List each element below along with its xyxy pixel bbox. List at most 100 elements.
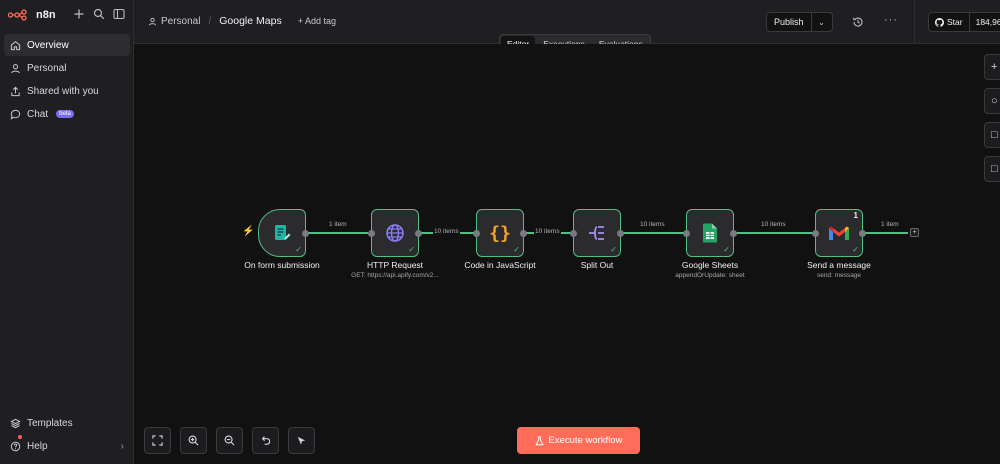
- connection-edge[interactable]: [864, 232, 908, 234]
- history-icon[interactable]: [852, 16, 864, 28]
- output-port[interactable]: [730, 230, 737, 237]
- sidebar-item-label: Overview: [27, 39, 69, 51]
- breadcrumb-project-label: Personal: [161, 15, 201, 27]
- home-icon: [10, 40, 21, 50]
- share-icon: [11, 86, 20, 96]
- input-port[interactable]: [368, 230, 375, 237]
- fit-view-icon: [152, 435, 163, 446]
- undo-icon: [261, 436, 271, 445]
- user-icon: [11, 63, 20, 73]
- n8n-logo-icon: [8, 9, 27, 21]
- split-icon: [589, 226, 604, 240]
- workflow-name[interactable]: Google Maps: [219, 15, 281, 27]
- code-braces-icon: {}: [489, 222, 511, 244]
- publish-button[interactable]: Publish: [767, 13, 812, 31]
- breadcrumb-project[interactable]: Personal: [148, 16, 200, 27]
- chevron-down-icon[interactable]: ⌄: [812, 13, 832, 31]
- wand-icon: [297, 436, 306, 445]
- workflow-canvas[interactable]: + ○ □ □ ⚡ 1 item 10 items 10 items 10 it…: [134, 44, 1000, 464]
- node-subtitle: GET: https://api.apify.com/v2...: [351, 272, 439, 279]
- success-check-icon: ✓: [295, 245, 302, 254]
- sidebar-item-help[interactable]: Help ›: [4, 435, 130, 457]
- node-label: Send a message: [807, 260, 871, 270]
- trigger-bolt-icon: ⚡: [242, 226, 255, 237]
- output-port[interactable]: [520, 230, 527, 237]
- plus-icon[interactable]: [73, 8, 85, 20]
- sidebar-item-personal[interactable]: Personal: [4, 57, 130, 79]
- sidebar-item-shared[interactable]: Shared with you: [4, 80, 130, 102]
- edge-label: 10 items: [433, 228, 460, 235]
- execute-workflow-button[interactable]: Execute workflow: [517, 427, 640, 454]
- node-google-sheets[interactable]: ✓: [683, 209, 737, 257]
- connection-edge[interactable]: [734, 232, 815, 234]
- sidebar-item-templates[interactable]: Templates: [4, 412, 130, 434]
- sidebar-item-label: Personal: [27, 62, 67, 74]
- output-port[interactable]: [859, 230, 866, 237]
- zoom-in-icon: [188, 435, 199, 446]
- node-send-a-message[interactable]: 1 ✓: [812, 209, 866, 257]
- sidebar-item-label: Templates: [27, 417, 73, 429]
- canvas-bottom-toolbar: [144, 427, 315, 454]
- app-root: n8n Overview Personal Shared with you Ch…: [0, 0, 1000, 464]
- edge-label: 1 item: [328, 221, 348, 228]
- add-node-button[interactable]: +: [984, 54, 1000, 80]
- templates-icon: [10, 418, 21, 428]
- sidebar-item-overview[interactable]: Overview: [4, 34, 130, 56]
- output-port[interactable]: [617, 230, 624, 237]
- tidy-up-button[interactable]: [288, 427, 315, 454]
- star-count: 184,96: [975, 17, 1000, 27]
- ai-assistant-button[interactable]: □: [984, 156, 1000, 182]
- sidebar-item-label: Chat: [27, 108, 49, 120]
- zoom-in-button[interactable]: [180, 427, 207, 454]
- output-port[interactable]: [415, 230, 422, 237]
- node-on-form-submission[interactable]: ✓: [258, 209, 309, 257]
- user-icon: [148, 17, 157, 25]
- google-sheets-icon: [703, 223, 717, 243]
- run-count-badge: 1: [853, 211, 858, 220]
- zoom-out-button[interactable]: [216, 427, 243, 454]
- sidebar-item-chat[interactable]: Chat beta: [4, 103, 130, 125]
- add-tag-button[interactable]: + Add tag: [298, 16, 336, 26]
- canvas-right-toolbar: + ○ □ □: [984, 54, 1000, 182]
- success-check-icon: ✓: [408, 245, 415, 254]
- sidebar-tools: [73, 8, 125, 20]
- output-port[interactable]: [302, 230, 309, 237]
- input-port[interactable]: [812, 230, 819, 237]
- brand-name: n8n: [36, 9, 56, 21]
- undo-button[interactable]: [252, 427, 279, 454]
- publish-button-group: Publish ⌄: [766, 12, 833, 32]
- edge-label: 10 items: [760, 221, 787, 228]
- beta-badge: beta: [56, 110, 74, 118]
- connection-edge[interactable]: [621, 232, 685, 234]
- success-check-icon: ✓: [723, 245, 730, 254]
- edge-label: 10 items: [639, 221, 666, 228]
- success-check-icon: ✓: [513, 245, 520, 254]
- fit-view-button[interactable]: [144, 427, 171, 454]
- more-options-icon[interactable]: ···: [884, 14, 898, 26]
- collapse-sidebar-icon[interactable]: [113, 8, 125, 20]
- node-http-request[interactable]: ✓: [368, 209, 422, 257]
- input-port[interactable]: [683, 230, 690, 237]
- search-icon[interactable]: [93, 8, 105, 20]
- add-next-node-icon[interactable]: +: [910, 228, 919, 237]
- sidebar-nav: Overview Personal Shared with you Chat b…: [4, 34, 130, 126]
- breadcrumb-separator: /: [208, 15, 212, 27]
- breadcrumb: Personal / Google Maps + Add tag: [148, 15, 336, 27]
- brand[interactable]: n8n: [8, 6, 56, 24]
- search-nodes-button[interactable]: ○: [984, 88, 1000, 114]
- sticky-note-button[interactable]: □: [984, 122, 1000, 148]
- form-icon: [275, 225, 291, 240]
- edge-label: 10 items: [534, 228, 561, 235]
- notification-dot: [18, 435, 22, 439]
- node-code-javascript[interactable]: {} ✓: [473, 209, 527, 257]
- github-star-button[interactable]: Star 184,96: [928, 12, 1000, 32]
- input-port[interactable]: [570, 230, 577, 237]
- help-icon: [10, 441, 21, 451]
- node-subtitle: appendOrUpdate: sheet: [675, 272, 745, 279]
- input-port[interactable]: [473, 230, 480, 237]
- edge-label: 1 item: [880, 221, 900, 228]
- sidebar-item-label: Help: [27, 440, 48, 452]
- star-label: Star: [947, 17, 963, 27]
- connection-edge[interactable]: [306, 232, 368, 234]
- node-split-out[interactable]: ✓: [570, 209, 624, 257]
